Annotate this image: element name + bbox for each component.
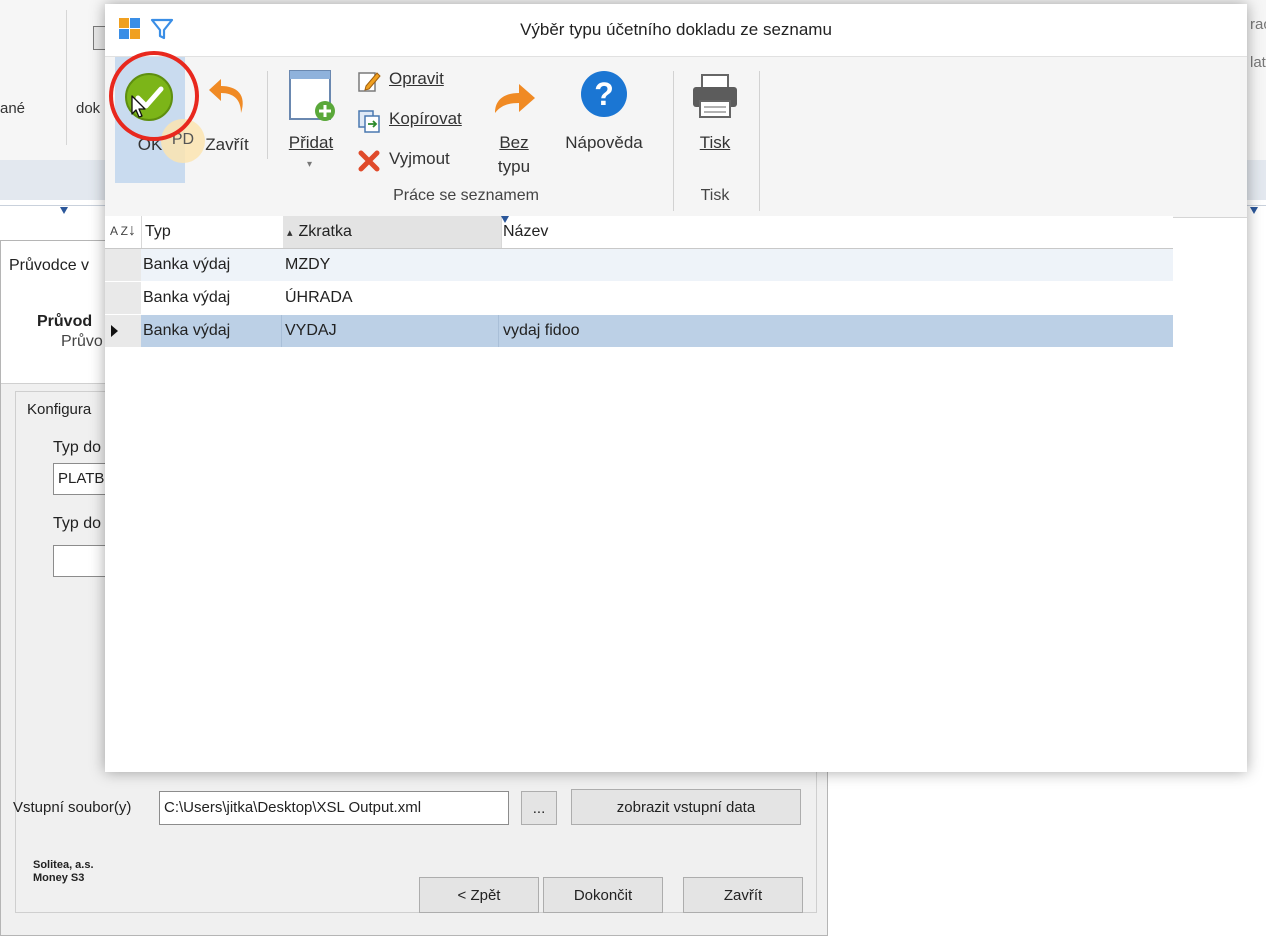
sort-ascending-icon: ▴	[287, 227, 293, 239]
cut-button[interactable]: Vyjmout	[357, 147, 481, 177]
delete-x-icon	[357, 149, 381, 173]
table-row[interactable]: Banka výdaj ÚHRADA	[105, 282, 1173, 314]
wizard-header-title: Průvod	[37, 313, 93, 330]
cell-type: Banka výdaj	[143, 289, 231, 306]
ribbon-group-label: Práce se seznamem	[393, 187, 539, 204]
grid-header: A Z↓ Typ ▴ Zkratka Název	[105, 216, 1173, 249]
cell-abbreviation: MZDY	[285, 256, 331, 273]
row-indicator	[105, 249, 141, 281]
cell-name: vydaj fidoo	[503, 322, 580, 339]
add-button-label: Přidat	[288, 133, 334, 152]
cut-button-label: Vyjmout	[389, 149, 450, 168]
column-marker-icon	[60, 207, 68, 214]
no-type-button-label-1: Bez	[499, 133, 529, 152]
no-type-button[interactable]: Bez typu	[487, 57, 541, 183]
product-name: Money S3	[33, 872, 85, 884]
table-row-selected[interactable]: Banka výdaj VYDAJ vydaj fidoo	[105, 315, 1173, 347]
column-marker-icon	[1250, 207, 1258, 214]
highlight-circle	[109, 51, 199, 141]
help-question-icon: ?	[579, 69, 629, 119]
print-button-label: Tisk	[699, 133, 731, 152]
printer-icon	[690, 73, 740, 119]
dialog-titlebar: Výběr typu účetního dokladu ze seznamu	[105, 4, 1247, 56]
row-indicator	[105, 315, 141, 347]
browse-button[interactable]: ...	[521, 791, 557, 825]
table-row[interactable]: Banka výdaj MZDY	[105, 249, 1173, 281]
cell-type: Banka výdaj	[143, 322, 231, 339]
add-document-icon	[287, 69, 337, 123]
cell-divider	[281, 315, 282, 347]
background-ribbon-separator	[66, 10, 67, 145]
dropdown-arrow-icon: ▾	[307, 159, 313, 170]
wizard-title: Průvodce v	[9, 257, 90, 274]
field-label: Typ do	[53, 515, 102, 532]
add-button[interactable]: Přidat ▾	[281, 57, 341, 183]
dialog-ribbon: OK Zavřít PD Přidat ▾ Opravit Kopírovat …	[105, 51, 1247, 218]
current-row-arrow-icon	[111, 325, 118, 337]
row-indicator	[105, 282, 141, 314]
configuration-group-label: Konfigura	[27, 401, 92, 418]
sort-az-icon[interactable]: A Z↓	[105, 216, 142, 248]
help-button-label: Nápověda	[565, 133, 643, 152]
cell-type: Banka výdaj	[143, 256, 231, 273]
ribbon-group-label-print: Tisk	[700, 187, 730, 204]
undo-arrow-icon	[207, 77, 249, 119]
svg-text:?: ?	[594, 76, 614, 112]
copy-button[interactable]: Kopírovat	[357, 107, 481, 137]
ribbon-separator	[673, 71, 674, 211]
background-ribbon-label-3: rac	[1250, 16, 1266, 33]
back-button[interactable]: < Zpět	[419, 877, 539, 913]
ribbon-separator	[759, 71, 760, 211]
dialog-title: Výběr typu účetního dokladu ze seznamu	[520, 20, 832, 39]
finish-button[interactable]: Dokončit	[543, 877, 663, 913]
column-header-abbreviation[interactable]: ▴ Zkratka	[283, 216, 502, 248]
wizard-close-button[interactable]: Zavřít	[683, 877, 803, 913]
column-header-type[interactable]: Typ	[141, 216, 286, 248]
close-button[interactable]: Zavřít	[197, 57, 257, 183]
help-button[interactable]: ? Nápověda	[557, 57, 651, 183]
pencil-icon	[357, 69, 381, 93]
wizard-header-subtitle: Průvo	[61, 333, 103, 350]
input-files-value: C:\Users\jitka\Desktop\XSL Output.xml	[164, 799, 422, 816]
company-name: Solitea, a.s.	[33, 859, 94, 871]
print-button[interactable]: Tisk	[681, 57, 749, 183]
column-header-name[interactable]: Název	[499, 216, 1175, 248]
no-type-button-label-2: typu	[497, 157, 531, 176]
show-input-data-button[interactable]: zobrazit vstupní data	[571, 789, 801, 825]
copy-icon	[357, 109, 381, 133]
background-ribbon-label-2: dok	[76, 100, 101, 117]
cell-abbreviation: VYDAJ	[285, 322, 337, 339]
cell-abbreviation: ÚHRADA	[285, 289, 353, 306]
input-files-label: Vstupní soubor(y)	[13, 799, 132, 816]
ribbon-separator	[267, 71, 268, 159]
document-type-value: PLATB	[58, 470, 105, 487]
redo-arrow-icon	[491, 79, 537, 119]
edit-button-label: Opravit	[389, 69, 444, 88]
input-files-field[interactable]: C:\Users\jitka\Desktop\XSL Output.xml	[159, 791, 509, 825]
edit-button[interactable]: Opravit	[357, 67, 481, 97]
background-ribbon-label: ané	[0, 100, 26, 117]
background-ribbon-label-4: lat	[1250, 54, 1266, 71]
cell-divider	[498, 315, 499, 347]
copy-button-label: Kopírovat	[389, 109, 462, 128]
select-document-type-dialog: Výběr typu účetního dokladu ze seznamu O…	[105, 4, 1247, 772]
close-button-label: Zavřít	[205, 135, 249, 154]
column-marker-icon	[501, 216, 509, 223]
field-label: Typ do	[53, 439, 102, 456]
